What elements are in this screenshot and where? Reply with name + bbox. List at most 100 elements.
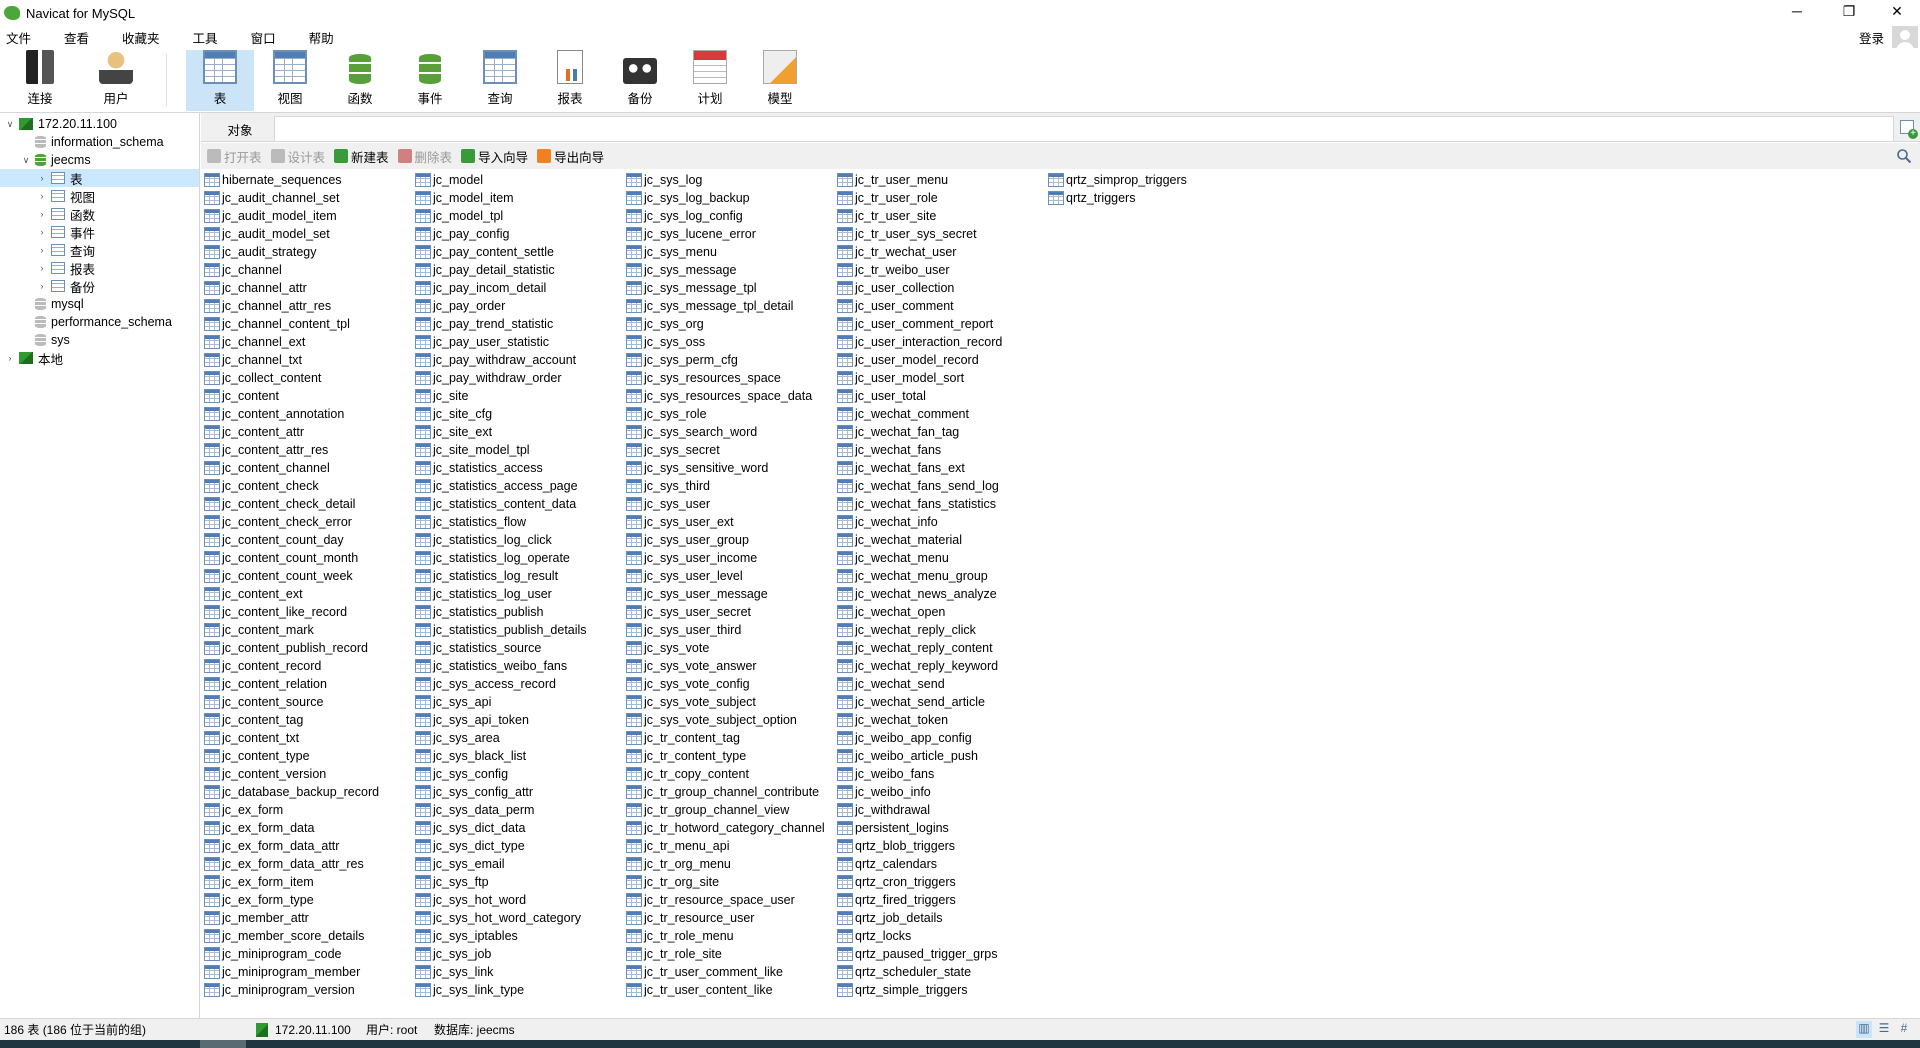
- table-item[interactable]: jc_tr_role_site: [626, 945, 836, 963]
- table-item[interactable]: jc_sys_user_secret: [626, 603, 836, 621]
- table-item[interactable]: qrtz_triggers: [1048, 189, 1258, 207]
- action-1-button[interactable]: 设计表: [270, 147, 325, 166]
- table-item[interactable]: jc_database_backup_record: [204, 783, 414, 801]
- table-item[interactable]: jc_sys_vote: [626, 639, 836, 657]
- table-item[interactable]: jc_sys_config: [415, 765, 625, 783]
- table-item[interactable]: jc_ex_form_item: [204, 873, 414, 891]
- table-item[interactable]: qrtz_paused_trigger_grps: [837, 945, 1047, 963]
- table-item[interactable]: persistent_logins: [837, 819, 1047, 837]
- table-item[interactable]: jc_sys_sensitive_word: [626, 459, 836, 477]
- table-item[interactable]: jc_channel_attr_res: [204, 297, 414, 315]
- tree-node-performance-schema[interactable]: performance_schema: [0, 313, 199, 331]
- table-item[interactable]: jc_statistics_access_page: [415, 477, 625, 495]
- table-item[interactable]: jc_content_type: [204, 747, 414, 765]
- table-item[interactable]: jc_content_version: [204, 765, 414, 783]
- expand-toggle-icon[interactable]: ›: [36, 227, 48, 237]
- toolbar-report-button[interactable]: 报表: [536, 50, 604, 111]
- restore-button[interactable]: ❐: [1826, 0, 1872, 22]
- table-item[interactable]: jc_audit_strategy: [204, 243, 414, 261]
- menu-favorites[interactable]: 收藏夹: [116, 28, 172, 47]
- table-item[interactable]: jc_tr_menu_api: [626, 837, 836, 855]
- table-item[interactable]: jc_tr_org_site: [626, 873, 836, 891]
- table-item[interactable]: jc_weibo_article_push: [837, 747, 1047, 765]
- table-item[interactable]: jc_sys_user_ext: [626, 513, 836, 531]
- table-item[interactable]: jc_sys_api_token: [415, 711, 625, 729]
- table-item[interactable]: jc_sys_dict_type: [415, 837, 625, 855]
- login-link[interactable]: 登录: [1859, 28, 1884, 47]
- table-item[interactable]: jc_content_count_day: [204, 531, 414, 549]
- table-item[interactable]: jc_pay_withdraw_account: [415, 351, 625, 369]
- expand-toggle-icon[interactable]: ›: [36, 263, 48, 273]
- table-item[interactable]: jc_user_collection: [837, 279, 1047, 297]
- table-item[interactable]: jc_site_model_tpl: [415, 441, 625, 459]
- table-item[interactable]: jc_member_score_details: [204, 927, 414, 945]
- table-item[interactable]: jc_sys_log: [626, 171, 836, 189]
- tree-node--[interactable]: › 表: [0, 169, 199, 187]
- tree-node-information-schema[interactable]: information_schema: [0, 133, 199, 151]
- table-item[interactable]: jc_statistics_log_operate: [415, 549, 625, 567]
- expand-toggle-icon[interactable]: ›: [36, 173, 48, 183]
- table-item[interactable]: qrtz_calendars: [837, 855, 1047, 873]
- table-item[interactable]: jc_user_total: [837, 387, 1047, 405]
- table-item[interactable]: jc_sys_user_level: [626, 567, 836, 585]
- table-item[interactable]: jc_wechat_fans_ext: [837, 459, 1047, 477]
- table-item[interactable]: qrtz_blob_triggers: [837, 837, 1047, 855]
- table-item[interactable]: jc_channel_txt: [204, 351, 414, 369]
- minimize-button[interactable]: ─: [1774, 0, 1820, 22]
- table-item[interactable]: jc_sys_hot_word: [415, 891, 625, 909]
- table-item[interactable]: qrtz_simple_triggers: [837, 981, 1047, 999]
- table-item[interactable]: jc_ex_form_data: [204, 819, 414, 837]
- expand-toggle-icon[interactable]: ›: [36, 245, 48, 255]
- taskbar-item[interactable]: [200, 1040, 246, 1048]
- table-item[interactable]: jc_collect_content: [204, 369, 414, 387]
- table-item[interactable]: jc_sys_user_message: [626, 585, 836, 603]
- table-item[interactable]: jc_miniprogram_member: [204, 963, 414, 981]
- table-item[interactable]: jc_statistics_flow: [415, 513, 625, 531]
- table-item[interactable]: jc_wechat_news_analyze: [837, 585, 1047, 603]
- table-item[interactable]: jc_sys_log_backup: [626, 189, 836, 207]
- action-4-button[interactable]: 导入向导: [461, 147, 528, 166]
- table-item[interactable]: jc_sys_email: [415, 855, 625, 873]
- table-item[interactable]: jc_statistics_log_user: [415, 585, 625, 603]
- table-item[interactable]: jc_ex_form_data_attr_res: [204, 855, 414, 873]
- table-item[interactable]: jc_content_attr_res: [204, 441, 414, 459]
- table-item[interactable]: jc_site_cfg: [415, 405, 625, 423]
- table-item[interactable]: jc_channel: [204, 261, 414, 279]
- table-item[interactable]: jc_channel_attr: [204, 279, 414, 297]
- table-item[interactable]: jc_pay_config: [415, 225, 625, 243]
- table-item[interactable]: jc_content_publish_record: [204, 639, 414, 657]
- close-button[interactable]: ✕: [1874, 0, 1920, 22]
- table-item[interactable]: jc_miniprogram_version: [204, 981, 414, 999]
- table-item[interactable]: jc_tr_resource_space_user: [626, 891, 836, 909]
- table-item[interactable]: jc_sys_link_type: [415, 981, 625, 999]
- table-item[interactable]: jc_sys_message: [626, 261, 836, 279]
- table-item[interactable]: jc_pay_incom_detail: [415, 279, 625, 297]
- table-item[interactable]: jc_weibo_info: [837, 783, 1047, 801]
- table-item[interactable]: jc_user_model_sort: [837, 369, 1047, 387]
- table-item[interactable]: jc_sys_lucene_error: [626, 225, 836, 243]
- table-item[interactable]: jc_tr_group_channel_contribute: [626, 783, 836, 801]
- tree-node--[interactable]: › 备份: [0, 277, 199, 295]
- table-item[interactable]: jc_content_count_month: [204, 549, 414, 567]
- table-item[interactable]: jc_sys_hot_word_category: [415, 909, 625, 927]
- tree-node--[interactable]: › 函数: [0, 205, 199, 223]
- menu-tools[interactable]: 工具: [187, 28, 230, 47]
- table-item[interactable]: jc_tr_group_channel_view: [626, 801, 836, 819]
- table-item[interactable]: jc_content_relation: [204, 675, 414, 693]
- table-item[interactable]: jc_content_channel: [204, 459, 414, 477]
- table-item[interactable]: qrtz_simprop_triggers: [1048, 171, 1258, 189]
- table-item[interactable]: jc_wechat_fans_send_log: [837, 477, 1047, 495]
- table-item[interactable]: jc_content_check_error: [204, 513, 414, 531]
- table-item[interactable]: jc_tr_hotword_category_channel: [626, 819, 836, 837]
- table-item[interactable]: qrtz_scheduler_state: [837, 963, 1047, 981]
- table-item[interactable]: jc_sys_api: [415, 693, 625, 711]
- table-item[interactable]: jc_sys_vote_subject_option: [626, 711, 836, 729]
- table-item[interactable]: jc_sys_config_attr: [415, 783, 625, 801]
- table-item[interactable]: jc_content_check_detail: [204, 495, 414, 513]
- menu-help[interactable]: 帮助: [303, 28, 346, 47]
- table-item[interactable]: jc_statistics_log_result: [415, 567, 625, 585]
- table-item[interactable]: jc_sys_search_word: [626, 423, 836, 441]
- table-item[interactable]: jc_sys_black_list: [415, 747, 625, 765]
- table-item[interactable]: jc_content_attr: [204, 423, 414, 441]
- table-item[interactable]: jc_sys_user_third: [626, 621, 836, 639]
